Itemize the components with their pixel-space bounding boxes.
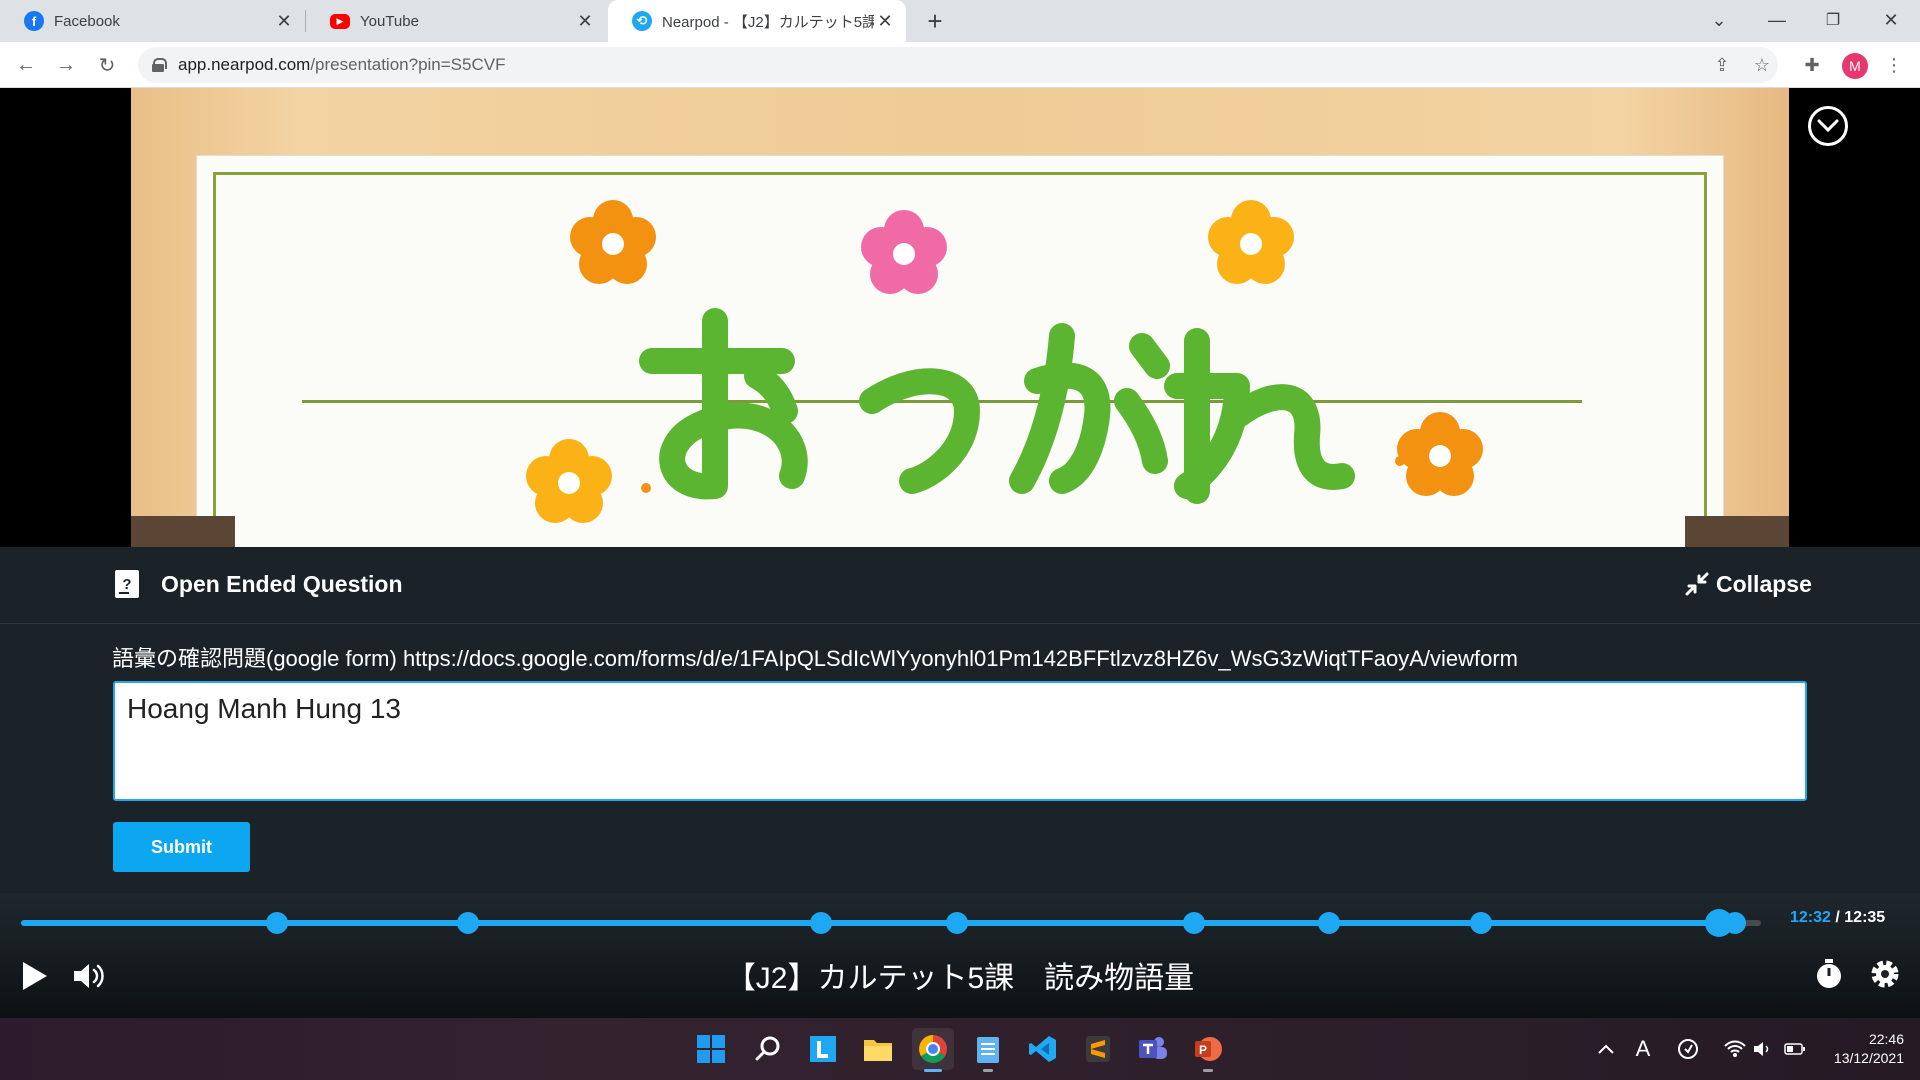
youtube-icon: ▶: [330, 13, 350, 29]
notepad-icon[interactable]: [967, 1028, 1009, 1072]
bookmark-star-icon[interactable]: ☆: [1746, 49, 1778, 81]
lanschool-icon[interactable]: [802, 1028, 844, 1070]
otsukare-illustration: [526, 200, 1483, 523]
speaker-icon[interactable]: [1750, 1036, 1776, 1062]
tab-nearpod[interactable]: ⟲ Nearpod - 【J2】カルテット5課 読み ✕: [608, 0, 906, 42]
running-app-indicator: [983, 1069, 993, 1072]
chevron-down-icon[interactable]: [1808, 106, 1848, 146]
current-time: 12:32: [1790, 909, 1831, 926]
question-type-title: Open Ended Question: [161, 571, 403, 597]
timer-icon[interactable]: [1812, 957, 1846, 991]
active-app-indicator: [924, 1069, 942, 1072]
question-panel: ? Open Ended Question Collapse 語彙の確認問題(g…: [0, 547, 1920, 893]
tab-facebook[interactable]: f Facebook ✕: [0, 0, 305, 42]
green-lettering: [639, 308, 1355, 504]
search-icon[interactable]: [747, 1028, 789, 1070]
video-title: 【J2】カルテット5課 読み物語量: [725, 962, 1195, 995]
svg-text:P: P: [1199, 1043, 1207, 1057]
collapse-button[interactable]: Collapse: [1684, 567, 1812, 601]
restore-button[interactable]: ❐: [1808, 0, 1858, 40]
reload-button[interactable]: ↻: [91, 49, 123, 81]
question-marker[interactable]: [1318, 912, 1341, 934]
running-app-indicator: [1203, 1069, 1213, 1072]
url-host: app.nearpod.com: [178, 55, 311, 74]
duration: 12:35: [1844, 909, 1886, 926]
yellow-flower-icon: [526, 439, 612, 523]
yellow-flower-icon: [1208, 200, 1294, 284]
time-display: 12:32 / 12:35: [1790, 909, 1885, 927]
answer-textarea[interactable]: Hoang Manh Hung 13: [113, 681, 1807, 801]
question-prompt: 語彙の確認問題(google form) https://docs.google…: [112, 646, 1519, 671]
battery-icon[interactable]: [1782, 1036, 1808, 1062]
submit-button[interactable]: Submit: [113, 822, 250, 872]
time-separator: /: [1835, 909, 1840, 926]
vscode-icon[interactable]: [1022, 1028, 1064, 1070]
close-icon[interactable]: ✕: [574, 10, 596, 32]
chrome-menu-icon[interactable]: ⋮: [1878, 49, 1910, 81]
back-button[interactable]: ←: [10, 49, 42, 81]
profile-avatar[interactable]: M: [1842, 53, 1868, 79]
question-marker[interactable]: [1469, 912, 1492, 934]
browser-tab-strip: f Facebook ✕ ▶ YouTube ✕ ⟲ Nearpod - 【J2…: [0, 0, 1920, 42]
question-marker[interactable]: [946, 912, 969, 934]
file-explorer-icon[interactable]: [857, 1028, 899, 1070]
forward-button[interactable]: →: [50, 49, 82, 81]
windows-taskbar: P A 22:46 13/12/2021: [0, 1018, 1920, 1080]
clock-date: 13/12/2021: [1833, 1050, 1904, 1066]
gear-icon[interactable]: [1868, 957, 1902, 991]
orange-flower-icon: [1397, 412, 1483, 496]
window-close-button[interactable]: ✕: [1866, 0, 1916, 40]
chrome-icon[interactable]: [912, 1028, 954, 1072]
lock-icon[interactable]: [152, 58, 167, 72]
question-header: ? Open Ended Question Collapse: [0, 547, 1920, 624]
question-marker[interactable]: [1182, 912, 1205, 934]
chevron-up-icon[interactable]: [1593, 1036, 1619, 1062]
tab-title: Nearpod - 【J2】カルテット5課 読み: [662, 13, 874, 31]
question-marker[interactable]: [457, 912, 480, 934]
close-icon[interactable]: ✕: [874, 10, 896, 32]
clock-time: 22:46: [1868, 1031, 1904, 1047]
lanschool-tray-icon[interactable]: [1675, 1036, 1701, 1062]
extensions-puzzle-icon[interactable]: ✚: [1796, 49, 1828, 81]
tab-search-button[interactable]: ⌄: [1694, 0, 1744, 40]
ime-indicator[interactable]: A: [1630, 1036, 1656, 1062]
system-clock[interactable]: 22:46 13/12/2021: [1812, 1030, 1904, 1068]
close-icon[interactable]: ✕: [273, 10, 295, 32]
collapse-label: Collapse: [1716, 570, 1812, 597]
tab-title: Facebook: [54, 12, 120, 30]
open-question-icon: ?: [115, 570, 139, 598]
question-marker[interactable]: [265, 912, 288, 934]
collapse-arrows-icon: [1685, 572, 1709, 596]
orange-flower-icon: [570, 200, 656, 284]
powerpoint-icon[interactable]: P: [1187, 1028, 1229, 1072]
new-tab-button[interactable]: +: [920, 6, 950, 36]
wifi-icon[interactable]: [1722, 1036, 1748, 1062]
pink-flower-icon: [861, 210, 947, 294]
svg-text:?: ?: [122, 576, 131, 593]
facebook-icon: f: [24, 11, 44, 31]
tab-youtube[interactable]: ▶ YouTube ✕: [306, 0, 606, 42]
tab-title: YouTube: [360, 12, 419, 30]
share-icon[interactable]: ⇪: [1706, 49, 1738, 81]
windows-start-icon[interactable]: [690, 1028, 732, 1070]
url-path: /presentation?pin=S5CVF: [310, 55, 506, 74]
teams-icon[interactable]: [1132, 1028, 1174, 1070]
address-bar[interactable]: app.nearpod.com/presentation?pin=S5CVF: [138, 47, 1778, 83]
minimize-button[interactable]: —: [1752, 0, 1802, 40]
question-marker[interactable]: [810, 912, 833, 934]
sublime-text-icon[interactable]: [1077, 1028, 1119, 1070]
browser-toolbar: ← → ↻ app.nearpod.com/presentation?pin=S…: [0, 42, 1920, 88]
seek-bar[interactable]: [21, 909, 1761, 937]
video-player-controls: 12:32 / 12:35 【J2】カルテット5課 読み物語量: [0, 893, 1920, 1018]
nearpod-icon: ⟲: [632, 11, 652, 31]
